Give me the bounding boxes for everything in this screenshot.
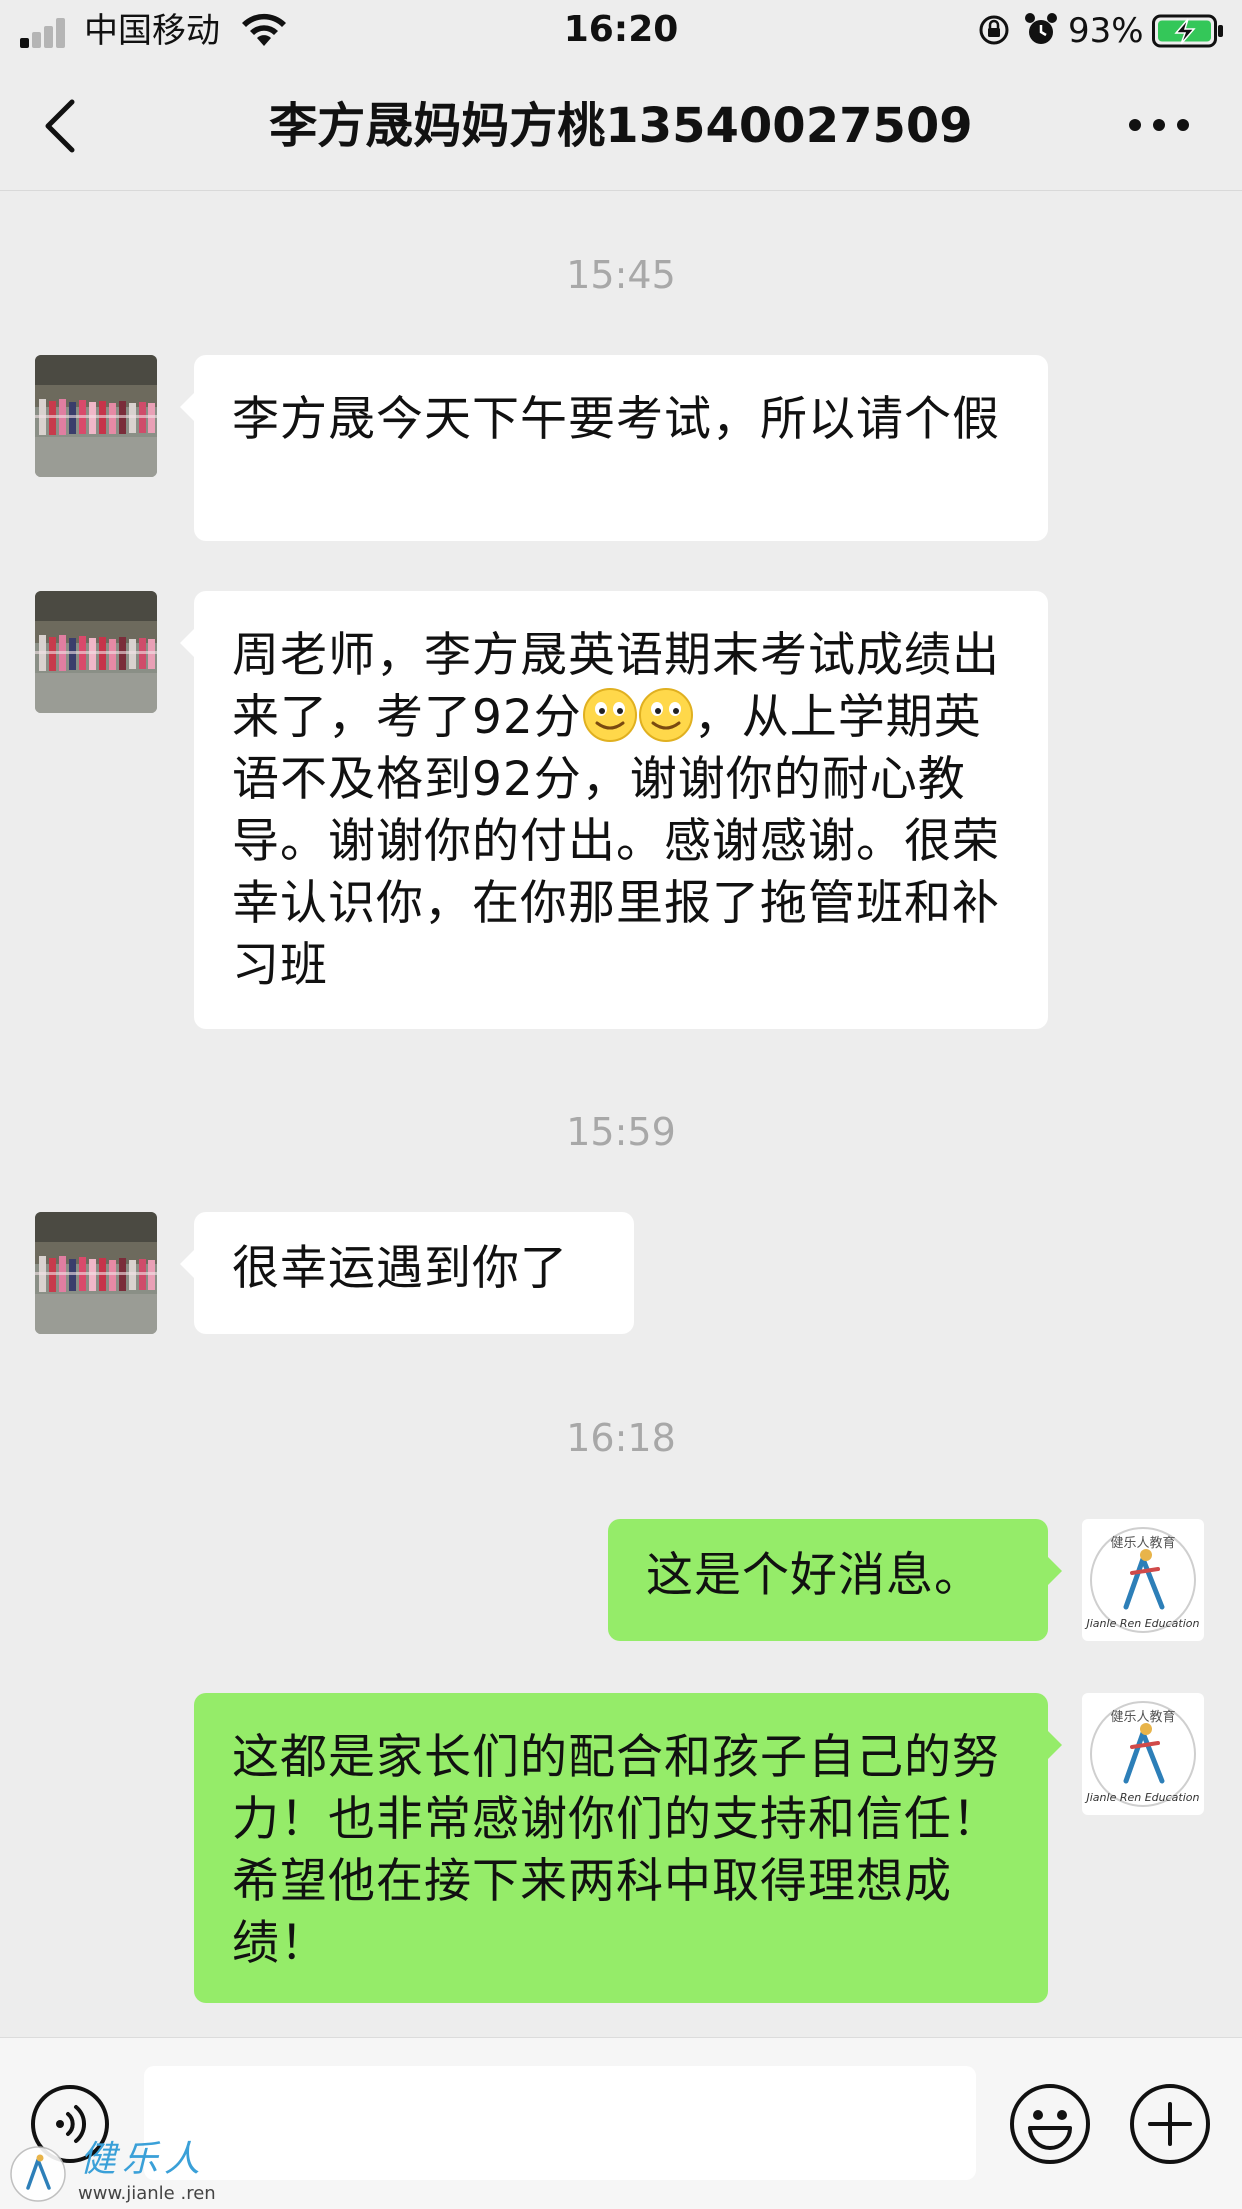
- message-text: 这是个好消息。: [646, 1548, 982, 1603]
- emoji-icon[interactable]: [1008, 2082, 1092, 2166]
- avatar[interactable]: [35, 591, 157, 713]
- outgoing-message-bubble[interactable]: 这都是家长们的配合和孩子自己的努力！也非常感谢你们的支持和信任！希望他在接下来两…: [194, 1693, 1062, 2003]
- message-timestamp: 15:59: [566, 1110, 676, 1154]
- smile-emoji-icon: [638, 687, 694, 743]
- message-text: 很幸运遇到你了: [232, 1241, 568, 1296]
- watermark-url: www.jianle .ren: [78, 2183, 216, 2204]
- chat-header: 李方晟妈妈方桃13540027509: [0, 60, 1242, 191]
- message-text: 李方晟今天下午要考试，所以请个假: [232, 392, 1000, 447]
- chevron-left-icon[interactable]: [40, 98, 80, 154]
- incoming-message-bubble[interactable]: 周老师，李方晟英语期末考试成绩出来了，考了92分 ，从上学期英语不及格到92分，谢…: [180, 591, 1048, 1029]
- brand-logo-icon: [10, 2146, 66, 2202]
- chat-message-list[interactable]: 健乐人教育 Jianle Ren Education 15:45 李方晟今天下午…: [0, 191, 1242, 2037]
- message-timestamp: 16:18: [566, 1416, 676, 1460]
- battery-percent: 93%: [1068, 11, 1144, 51]
- battery-charging-icon: [1152, 14, 1223, 48]
- message-text: 这都是家长们的配合和孩子自己的努力！也非常感谢你们的支持和信任！希望他在接下来两…: [232, 1730, 1000, 1971]
- message-input[interactable]: [144, 2066, 976, 2180]
- outgoing-message-bubble[interactable]: 这是个好消息。: [608, 1519, 1062, 1641]
- avatar[interactable]: [1082, 1519, 1204, 1641]
- status-bar: 中国移动 16:20 93%: [0, 0, 1242, 60]
- avatar[interactable]: [35, 1212, 157, 1334]
- incoming-message-bubble[interactable]: 李方晟今天下午要考试，所以请个假: [180, 355, 1048, 541]
- watermark-brand: 健乐人: [80, 2139, 207, 2180]
- chat-title: 李方晟妈妈方桃13540027509: [269, 98, 973, 154]
- plus-icon[interactable]: [1128, 2082, 1212, 2166]
- message-timestamp: 15:45: [566, 253, 676, 297]
- watermark-logo: 健乐人 www.jianle .ren: [8, 2140, 228, 2206]
- avatar[interactable]: [35, 355, 157, 477]
- smile-emoji-icon: [582, 687, 638, 743]
- rotation-lock-icon: [979, 15, 1009, 45]
- alarm-icon: [1025, 13, 1057, 44]
- avatar[interactable]: [1082, 1693, 1204, 1815]
- more-dots-icon[interactable]: [1126, 110, 1192, 140]
- incoming-message-bubble[interactable]: 很幸运遇到你了: [180, 1212, 634, 1334]
